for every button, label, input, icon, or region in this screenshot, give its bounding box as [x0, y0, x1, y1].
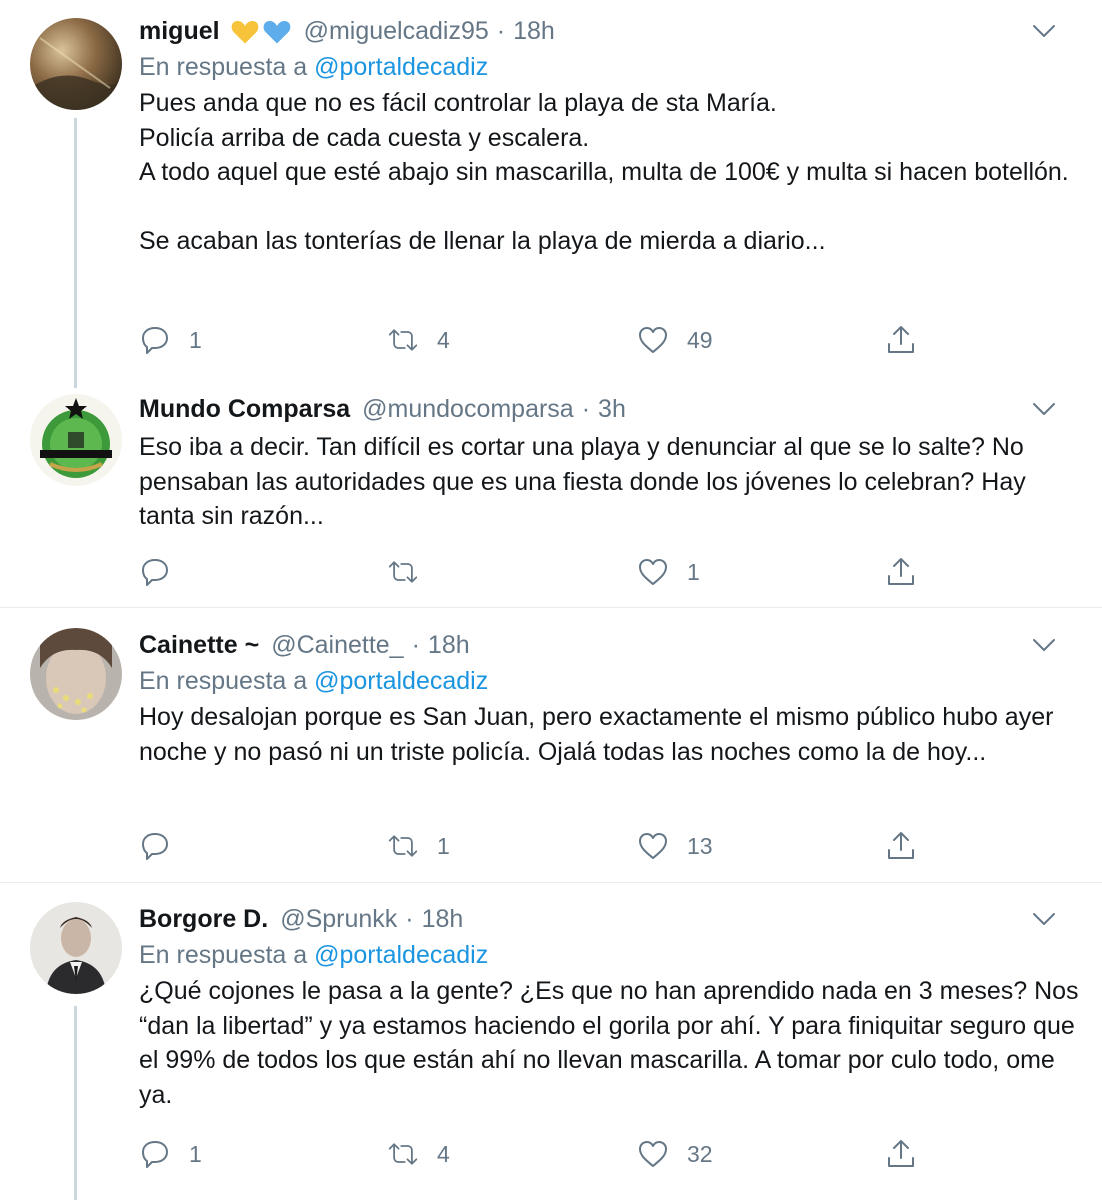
- reply-count: 1: [189, 1140, 202, 1167]
- reply-button[interactable]: 1: [139, 320, 202, 360]
- like-button[interactable]: 32: [637, 1134, 713, 1174]
- timestamp[interactable]: 18h: [422, 905, 464, 934]
- display-name[interactable]: Cainette ~: [139, 631, 259, 660]
- more-options-button[interactable]: [1027, 14, 1061, 48]
- retweet-icon: [388, 561, 418, 583]
- user-handle[interactable]: @miguelcadiz95: [304, 17, 489, 46]
- like-count: 1: [687, 558, 700, 585]
- retweet-icon: [388, 1143, 418, 1165]
- retweet-button[interactable]: 4: [387, 1134, 450, 1174]
- reply-context: En respuesta a @portaldecadiz: [139, 936, 1079, 974]
- like-count: 13: [687, 832, 713, 859]
- reply-icon: [142, 833, 168, 860]
- heart-icon: [639, 1141, 667, 1167]
- retweet-icon: [388, 329, 418, 351]
- reply-button[interactable]: [139, 552, 189, 592]
- share-icon: [888, 326, 914, 353]
- share-icon: [888, 1140, 914, 1167]
- retweet-count: 4: [437, 1140, 450, 1167]
- share-button[interactable]: [885, 1134, 917, 1174]
- user-handle[interactable]: @mundocomparsa: [362, 395, 574, 424]
- separator: ·: [405, 904, 414, 933]
- timestamp[interactable]: 3h: [598, 395, 626, 424]
- reply-prefix: En respuesta a: [139, 941, 308, 969]
- like-button[interactable]: 1: [637, 552, 700, 592]
- reply-count: 1: [189, 326, 202, 353]
- more-options-button[interactable]: [1027, 628, 1061, 662]
- reply-button[interactable]: [139, 826, 189, 866]
- reply-to-link[interactable]: @portaldecadiz: [314, 53, 488, 81]
- separator: ·: [581, 394, 591, 423]
- timestamp[interactable]: 18h: [513, 17, 555, 46]
- tweet-text: Eso iba a decir. Tan difícil es cortar u…: [139, 433, 1026, 531]
- like-count: 49: [687, 326, 713, 353]
- avatar-miguel[interactable]: [30, 18, 122, 110]
- thread-line: [74, 1006, 77, 1200]
- reply-icon: [142, 1141, 168, 1168]
- retweet-button[interactable]: 1: [387, 826, 450, 866]
- display-name[interactable]: miguel: [139, 17, 220, 46]
- retweet-icon: [388, 835, 418, 857]
- chevron-down-icon: [1033, 403, 1055, 415]
- tweet-text: Pues anda que no es fácil controlar la p…: [139, 89, 1069, 256]
- reply-context: En respuesta a @portaldecadiz: [139, 662, 1079, 700]
- share-icon: [888, 558, 914, 585]
- tweet-text: ¿Qué cojones le pasa a la gente? ¿Es que…: [139, 977, 1079, 1109]
- divider: [0, 882, 1102, 883]
- heart-icon: [639, 559, 667, 585]
- like-button[interactable]: 13: [637, 826, 713, 866]
- more-options-button[interactable]: [1027, 902, 1061, 936]
- share-button[interactable]: [885, 320, 917, 360]
- share-icon: [888, 832, 914, 859]
- share-button[interactable]: [885, 826, 917, 866]
- tweet-text: Hoy desalojan porque es San Juan, pero e…: [139, 703, 1054, 766]
- avatar-mundo-comparsa[interactable]: [30, 394, 122, 486]
- reply-icon: [142, 559, 168, 586]
- yellow-heart-icon: [231, 21, 258, 44]
- heart-icon: [639, 327, 667, 353]
- separator: ·: [411, 630, 420, 659]
- separator: ·: [496, 16, 506, 45]
- reply-icon: [142, 327, 168, 354]
- like-count: 32: [687, 1140, 713, 1167]
- share-button[interactable]: [885, 552, 917, 592]
- reply-context: En respuesta a @portaldecadiz: [139, 48, 1079, 86]
- thread-line: [74, 118, 77, 388]
- reply-to-link[interactable]: @portaldecadiz: [314, 667, 488, 695]
- more-options-button[interactable]: [1027, 392, 1061, 426]
- name-emoji: [230, 17, 292, 45]
- retweet-button[interactable]: 4: [387, 320, 450, 360]
- display-name[interactable]: Mundo Comparsa: [139, 395, 350, 424]
- reply-prefix: En respuesta a: [139, 667, 308, 695]
- chevron-down-icon: [1033, 913, 1055, 925]
- avatar-cainette[interactable]: [30, 628, 122, 720]
- chevron-down-icon: [1033, 639, 1055, 651]
- retweet-button[interactable]: [387, 552, 437, 592]
- timestamp[interactable]: 18h: [428, 631, 470, 660]
- reply-prefix: En respuesta a: [139, 53, 308, 81]
- retweet-count: 1: [437, 832, 450, 859]
- like-button[interactable]: 49: [637, 320, 713, 360]
- reply-to-link[interactable]: @portaldecadiz: [314, 941, 488, 969]
- avatar-borgore[interactable]: [30, 902, 122, 994]
- chevron-down-icon: [1033, 25, 1055, 37]
- retweet-count: 4: [437, 326, 450, 353]
- heart-icon: [639, 833, 667, 859]
- user-handle[interactable]: @Sprunkk: [280, 905, 397, 934]
- divider: [0, 607, 1102, 608]
- blue-heart-icon: [263, 21, 290, 44]
- display-name[interactable]: Borgore D.: [139, 905, 268, 934]
- reply-button[interactable]: 1: [139, 1134, 202, 1174]
- user-handle[interactable]: @Cainette_: [271, 631, 403, 660]
